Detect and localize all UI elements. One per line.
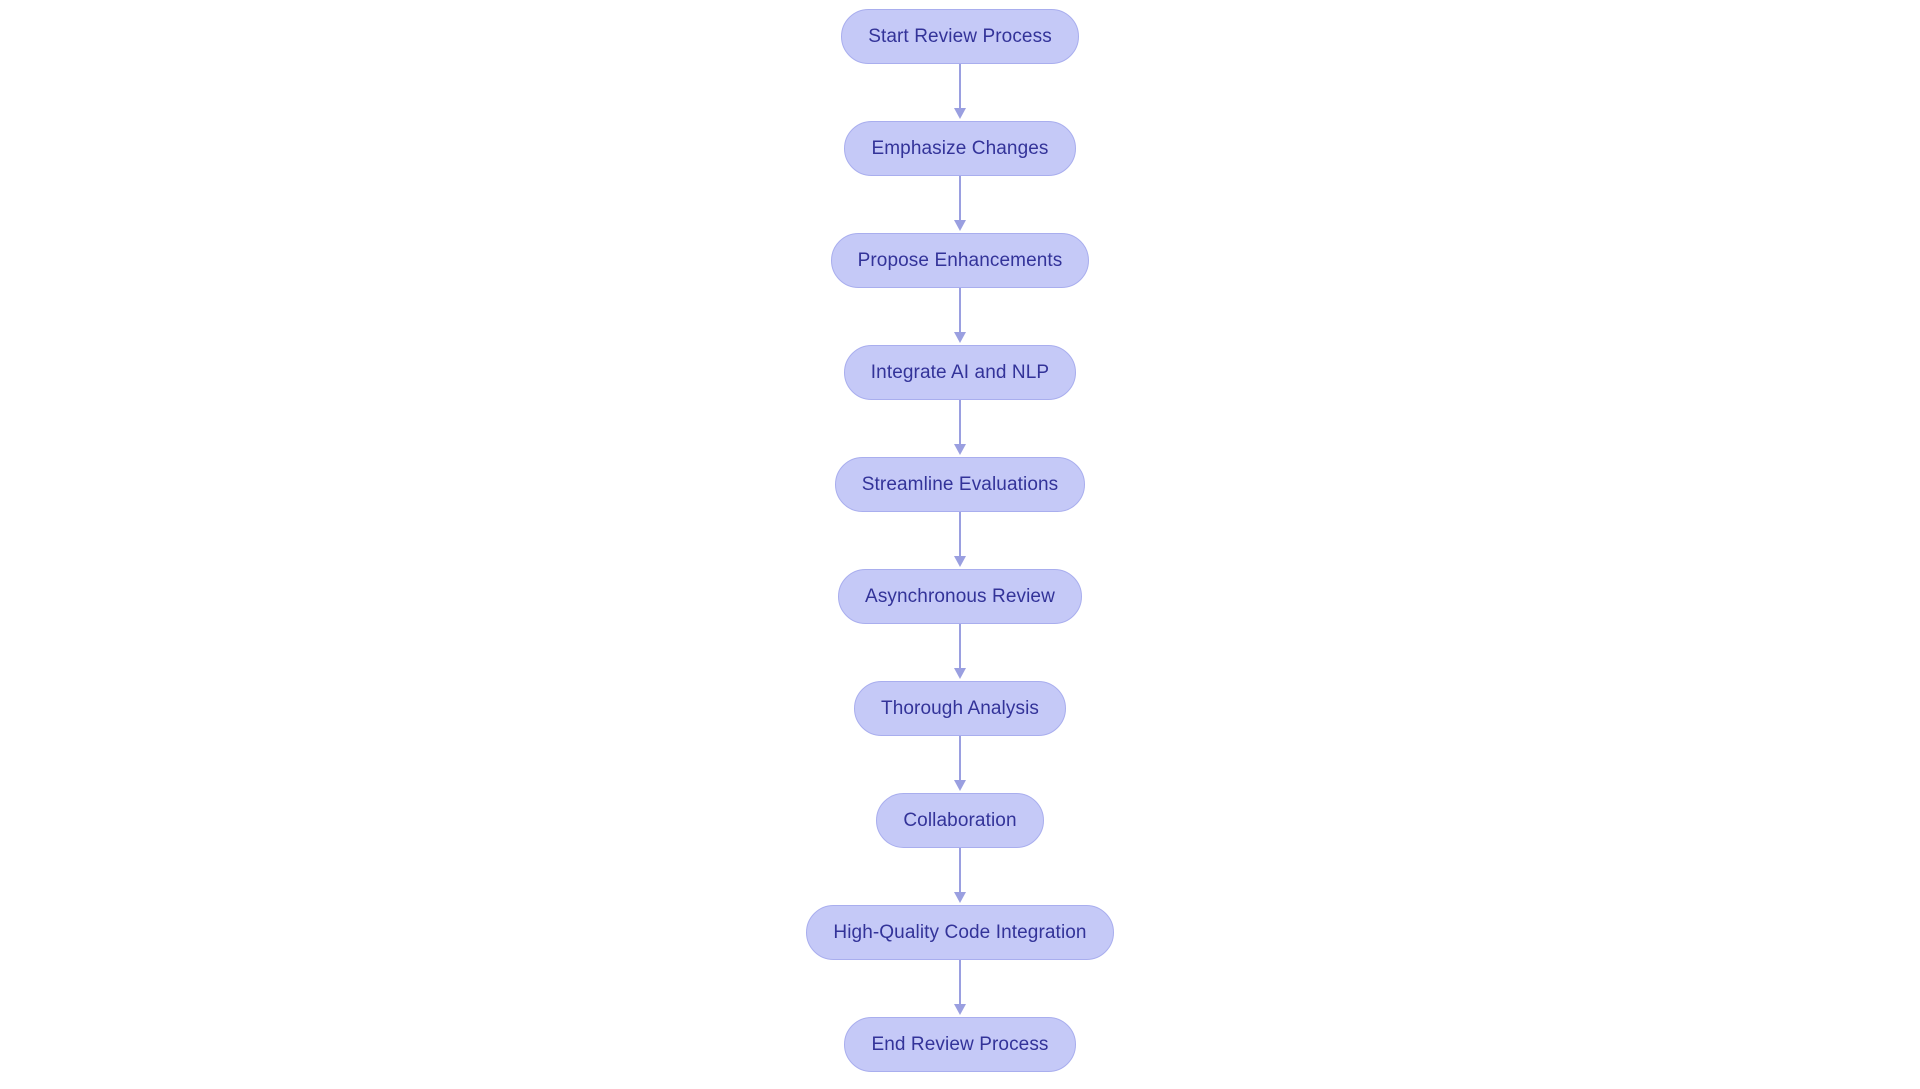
- flow-connector-streamline-evaluations-to-asynchronous-review: [948, 512, 972, 569]
- flow-node-label: Thorough Analysis: [880, 698, 1039, 719]
- connector-line: [959, 960, 961, 1005]
- connector-line: [959, 512, 961, 557]
- flow-node-label: Asynchronous Review: [865, 586, 1055, 607]
- flow-connector-emphasize-changes-to-propose-enhancements: [948, 176, 972, 233]
- arrow-down-icon: [954, 1004, 966, 1015]
- arrow-down-icon: [954, 556, 966, 567]
- flow-node-emphasize-changes[interactable]: Emphasize Changes: [844, 121, 1076, 176]
- flowchart-node-chain: Start Review Process Emphasize Changes Pro…: [0, 0, 1920, 1089]
- arrow-down-icon: [954, 780, 966, 791]
- flow-connector-asynchronous-review-to-thorough-analysis: [948, 624, 972, 681]
- flow-node-asynchronous-review[interactable]: Asynchronous Review: [838, 569, 1082, 624]
- connector-line: [959, 736, 961, 781]
- arrow-down-icon: [954, 220, 966, 231]
- flow-connector-integrate-ai-and-nlp-to-streamline-evaluations: [948, 400, 972, 457]
- flow-node-label: Integrate AI and NLP: [870, 362, 1050, 383]
- connector-line: [959, 624, 961, 669]
- flow-connector-start-review-process-to-emphasize-changes: [948, 64, 972, 121]
- flow-node-label: Collaboration: [903, 810, 1017, 831]
- flow-node-label: Emphasize Changes: [871, 138, 1049, 159]
- flow-node-label: High-Quality Code Integration: [833, 922, 1087, 943]
- flow-node-propose-enhancements[interactable]: Propose Enhancements: [830, 233, 1090, 288]
- flow-node-integrate-ai-and-nlp[interactable]: Integrate AI and NLP: [843, 345, 1077, 400]
- flow-connector-high-quality-code-integration-to-end-review-process: [948, 960, 972, 1017]
- connector-line: [959, 64, 961, 109]
- flow-node-label: Propose Enhancements: [857, 250, 1063, 271]
- flow-connector-collaboration-to-high-quality-code-integration: [948, 848, 972, 905]
- arrow-down-icon: [954, 892, 966, 903]
- flow-node-collaboration[interactable]: Collaboration: [876, 793, 1044, 848]
- flow-node-streamline-evaluations[interactable]: Streamline Evaluations: [834, 457, 1086, 512]
- flow-node-start-review-process[interactable]: Start Review Process: [841, 9, 1079, 64]
- connector-line: [959, 176, 961, 221]
- flow-node-end-review-process[interactable]: End Review Process: [844, 1017, 1076, 1072]
- connector-line: [959, 288, 961, 333]
- connector-line: [959, 400, 961, 445]
- flow-connector-thorough-analysis-to-collaboration: [948, 736, 972, 793]
- flow-node-label: End Review Process: [871, 1034, 1049, 1055]
- connector-line: [959, 848, 961, 893]
- flow-node-high-quality-code-integration[interactable]: High-Quality Code Integration: [806, 905, 1114, 960]
- arrow-down-icon: [954, 668, 966, 679]
- flow-connector-propose-enhancements-to-integrate-ai-and-nlp: [948, 288, 972, 345]
- flow-node-label: Start Review Process: [868, 26, 1052, 47]
- arrow-down-icon: [954, 444, 966, 455]
- arrow-down-icon: [954, 332, 966, 343]
- flow-node-label: Streamline Evaluations: [861, 474, 1059, 495]
- flow-node-thorough-analysis[interactable]: Thorough Analysis: [853, 681, 1066, 736]
- flowchart-canvas: Start Review Process Emphasize Changes Pro…: [0, 0, 1920, 1080]
- arrow-down-icon: [954, 108, 966, 119]
